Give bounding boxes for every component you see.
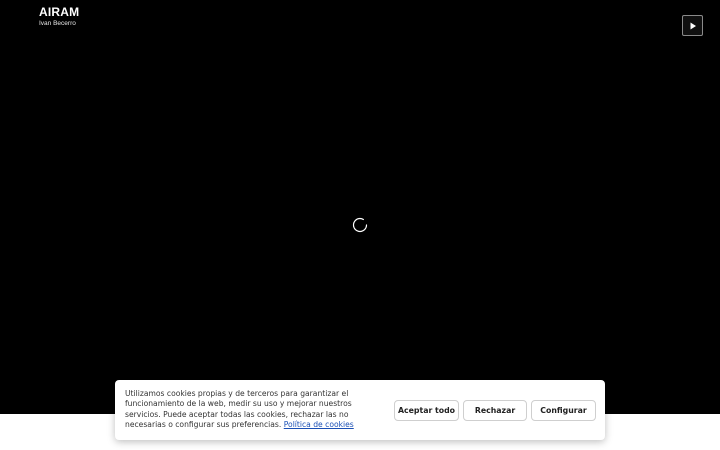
artist-name: Ivan Becerro: [39, 20, 76, 27]
cookie-consent-banner: Utilizamos cookies propias y de terceros…: [115, 380, 605, 440]
cookie-policy-link[interactable]: Política de cookies: [284, 420, 354, 429]
reject-button[interactable]: Rechazar: [463, 400, 527, 421]
configure-button[interactable]: Configurar: [531, 400, 596, 421]
play-icon: [690, 22, 696, 29]
cookie-message: Utilizamos cookies propias y de terceros…: [125, 389, 387, 431]
page-title: AIRAM: [39, 5, 80, 19]
loading-spinner-icon: [352, 217, 368, 233]
accept-all-button[interactable]: Aceptar todo: [394, 400, 459, 421]
video-stage: AIRAM Ivan Becerro: [0, 0, 720, 414]
play-button[interactable]: [682, 15, 703, 36]
brand-block: AIRAM Ivan Becerro: [39, 6, 79, 28]
